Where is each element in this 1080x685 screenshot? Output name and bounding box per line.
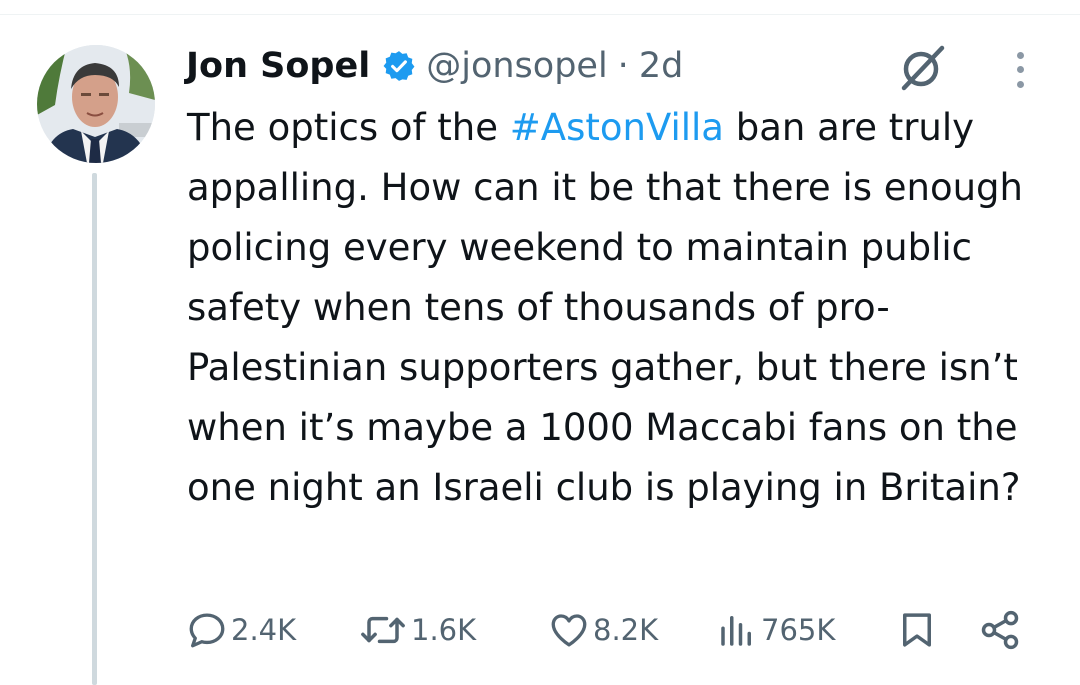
separator: · — [617, 46, 629, 86]
tweet-age[interactable]: 2d — [639, 46, 684, 86]
reply-count: 2.4K — [231, 613, 297, 647]
avatar-photo — [37, 45, 155, 163]
repost-button[interactable]: 1.6K — [358, 600, 476, 660]
tweet-text-start: The optics of the — [187, 106, 510, 149]
reply-icon — [186, 609, 228, 651]
more-dot — [1016, 81, 1024, 89]
views-button[interactable]: 765K — [716, 600, 835, 660]
display-name[interactable]: Jon Sopel — [186, 46, 370, 86]
hashtag-link[interactable]: #AstonVilla — [510, 106, 724, 149]
like-button[interactable]: 8.2K — [548, 600, 658, 660]
share-icon — [978, 608, 1022, 652]
repost-count: 1.6K — [411, 613, 477, 647]
like-count: 8.2K — [593, 613, 659, 647]
more-options-icon[interactable] — [1000, 48, 1040, 92]
repost-icon — [358, 609, 408, 651]
more-dot — [1016, 51, 1024, 59]
bookmark-icon — [896, 609, 938, 651]
views-chart-icon — [716, 609, 758, 651]
bookmark-button[interactable] — [896, 600, 938, 660]
reply-button[interactable]: 2.4K — [186, 600, 296, 660]
handle[interactable]: @jonsopel — [426, 46, 607, 86]
heart-icon — [548, 609, 590, 651]
share-button[interactable] — [978, 600, 1022, 660]
action-bar: 2.4K 1.6K 8.2K 765K — [0, 600, 1080, 660]
top-divider — [0, 14, 1080, 15]
avatar[interactable] — [37, 45, 155, 163]
tweet-text-rest: ban are truly appalling. How can it be t… — [187, 106, 1023, 509]
tweet-text: The optics of the #AstonVilla ban are tr… — [187, 98, 1057, 518]
more-dot — [1016, 66, 1024, 74]
tweet-header: Jon Sopel @jonsopel · 2d — [186, 42, 683, 90]
verified-badge-icon[interactable] — [382, 49, 416, 83]
views-count: 765K — [761, 613, 836, 647]
grok-icon[interactable] — [892, 38, 952, 98]
